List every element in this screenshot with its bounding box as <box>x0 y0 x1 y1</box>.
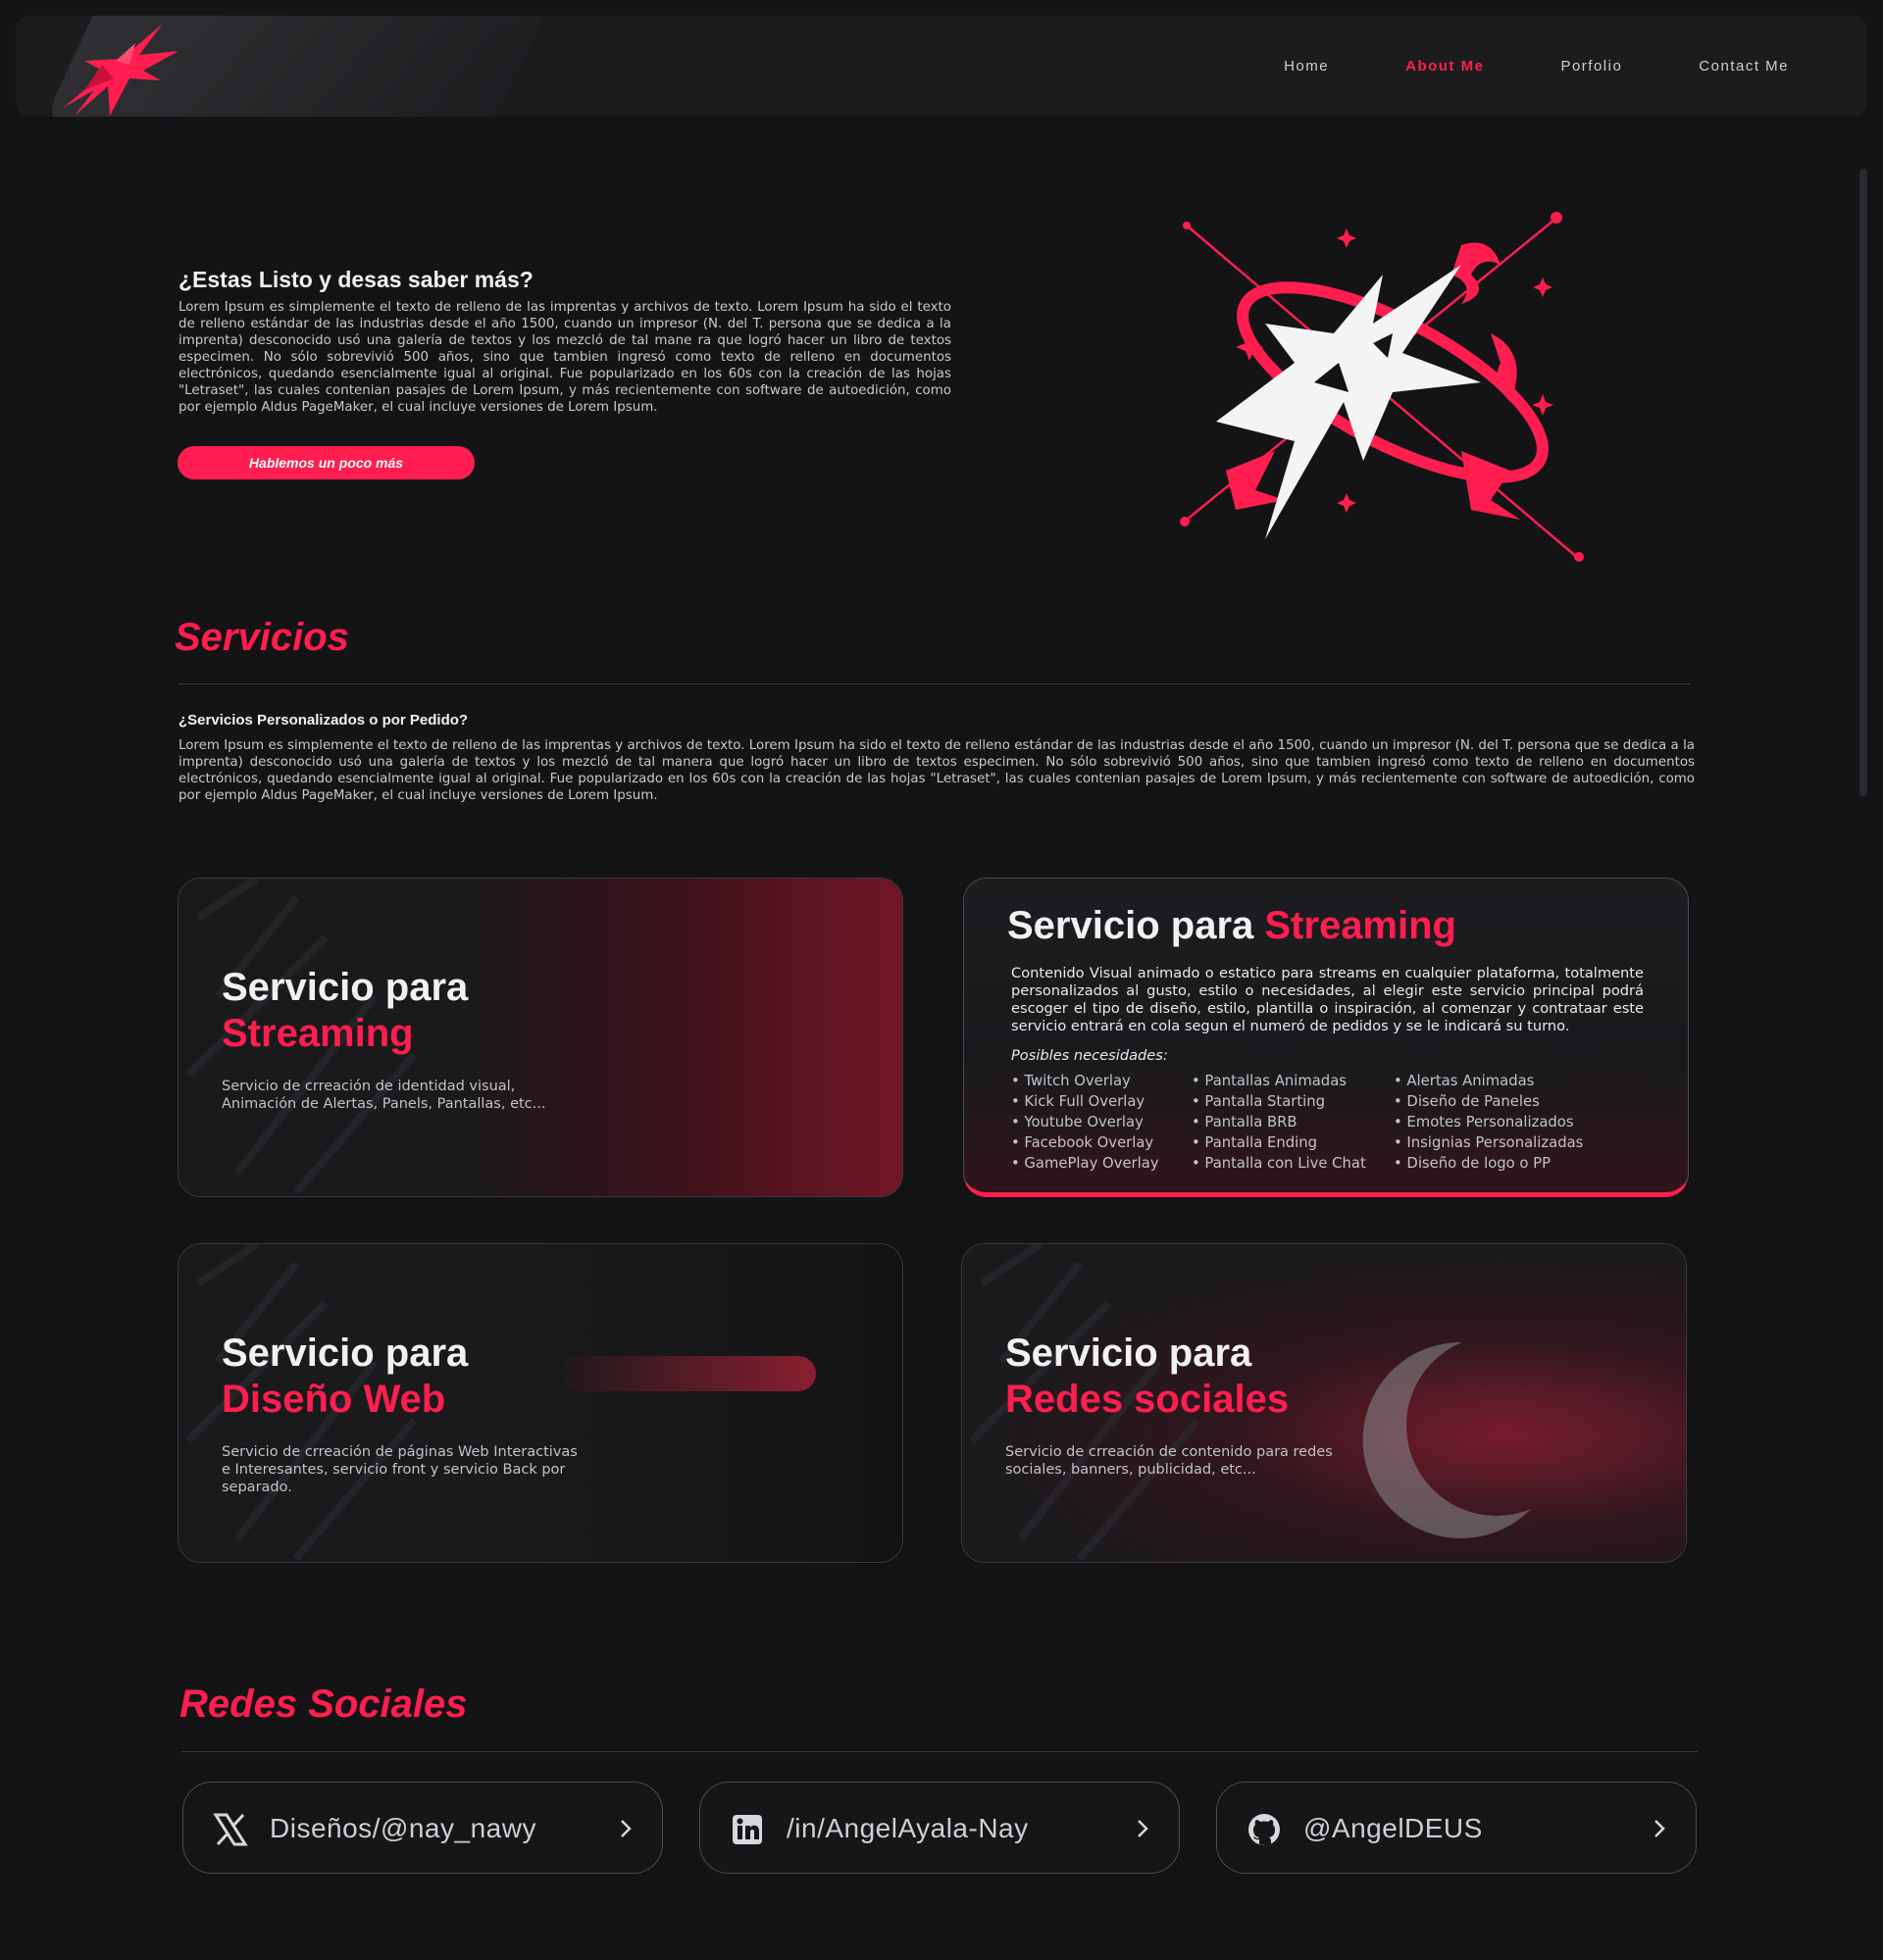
nav-home[interactable]: Home <box>1284 58 1329 75</box>
card-description: Servicio de crreación de páginas Web Int… <box>222 1444 578 1495</box>
card-title-line: Servicio para <box>222 1332 469 1375</box>
list-item: • Pantalla Ending <box>1192 1134 1317 1151</box>
list-item: • Pantalla con Live Chat <box>1192 1155 1366 1172</box>
github-icon <box>1248 1814 1280 1846</box>
social-link-linkedin[interactable]: /in/AngelAyala-Nay <box>699 1782 1180 1874</box>
card-title-line: Servicio para <box>1005 1332 1252 1375</box>
service-card-streaming-expanded[interactable]: Servicio para Streaming Contenido Visual… <box>963 878 1689 1197</box>
top-navbar: Home About Me Porfolio Contact Me <box>16 16 1867 117</box>
web-card-decoration <box>561 1356 816 1391</box>
social-label: /in/AngelAyala-Nay <box>787 1813 1029 1843</box>
card-title-line: Servicio para <box>1007 904 1265 947</box>
social-title: Redes Sociales <box>179 1683 468 1726</box>
list-item: • Kick Full Overlay <box>1011 1093 1145 1110</box>
list-item: • GamePlay Overlay <box>1011 1155 1159 1172</box>
card-title: Servicio para Streaming <box>1007 904 1456 948</box>
nav-about-me[interactable]: About Me <box>1405 58 1484 75</box>
brand-emblem-icon <box>1180 212 1584 562</box>
services-subtitle: ¿Servicios Personalizados o por Pedido? <box>178 712 469 729</box>
social-label: Diseños/@nay_nawy <box>270 1813 536 1843</box>
card-title-accent: Redes sociales <box>1005 1378 1290 1421</box>
social-divider <box>181 1751 1698 1752</box>
services-title: Servicios <box>175 616 349 659</box>
card-title-accent: Streaming <box>1264 904 1456 947</box>
list-item: • Diseño de Paneles <box>1394 1093 1540 1110</box>
card-title-accent: Diseño Web <box>222 1378 446 1421</box>
service-card-streaming[interactable]: Servicio para Streaming Servicio de crre… <box>178 878 903 1197</box>
card-title: Servicio para Redes sociales <box>1005 1331 1289 1423</box>
card-description: Servicio de crreación de identidad visua… <box>222 1079 546 1112</box>
needs-list-3: • Alertas Animadas • Diseño de Paneles •… <box>1394 1071 1583 1174</box>
hero-title: ¿Estas Listo y desas saber más? <box>178 267 534 292</box>
moon-icon <box>1362 1341 1531 1538</box>
list-item: • Pantalla BRB <box>1192 1114 1298 1131</box>
card-description: Contenido Visual animado o estatico para… <box>1011 965 1644 1034</box>
list-item: • Youtube Overlay <box>1011 1114 1144 1131</box>
needs-list-2: • Pantallas Animadas • Pantalla Starting… <box>1192 1071 1366 1174</box>
x-twitter-icon <box>213 1813 248 1846</box>
chevron-right-icon <box>1138 1820 1148 1837</box>
list-item: • Emotes Personalizados <box>1394 1114 1574 1131</box>
chevron-right-icon <box>621 1820 632 1837</box>
service-card-social-media[interactable]: Servicio para Redes sociales Servicio de… <box>961 1243 1687 1563</box>
card-title: Servicio para Diseño Web <box>222 1331 468 1423</box>
nav-links: Home About Me Porfolio Contact Me <box>1284 16 1789 117</box>
nav-portfolio[interactable]: Porfolio <box>1560 58 1622 75</box>
service-card-web-design[interactable]: Servicio para Diseño Web Servicio de crr… <box>178 1243 903 1563</box>
list-item: • Alertas Animadas <box>1394 1073 1535 1089</box>
social-link-github[interactable]: @AngelDEUS <box>1216 1782 1697 1874</box>
linkedin-icon <box>733 1815 762 1844</box>
social-link-x[interactable]: Diseños/@nay_nawy <box>182 1782 663 1874</box>
social-label: @AngelDEUS <box>1303 1813 1483 1843</box>
list-item: • Insignias Personalizadas <box>1394 1134 1584 1151</box>
list-item: • Facebook Overlay <box>1011 1134 1154 1151</box>
brand-x-logo-icon[interactable] <box>45 22 192 117</box>
list-item: • Pantallas Animadas <box>1192 1073 1347 1089</box>
card-title: Servicio para Streaming <box>222 965 468 1057</box>
list-item: • Twitch Overlay <box>1011 1073 1131 1089</box>
card-title-line: Servicio para <box>222 966 469 1009</box>
lets-talk-button[interactable]: Hablemos un poco más <box>178 446 475 479</box>
hero-text: Lorem Ipsum es simplemente el texto de r… <box>178 300 951 415</box>
services-divider <box>178 683 1691 684</box>
needs-list-1: • Twitch Overlay • Kick Full Overlay • Y… <box>1011 1071 1159 1174</box>
list-item: • Pantalla Starting <box>1192 1093 1326 1110</box>
card-title-accent: Streaming <box>222 1012 414 1055</box>
page-scrollbar[interactable] <box>1859 169 1867 796</box>
card-description: Servicio de crreación de contenido para … <box>1005 1444 1333 1478</box>
nav-contact-me[interactable]: Contact Me <box>1699 58 1789 75</box>
list-item: • Diseño de logo o PP <box>1394 1155 1551 1172</box>
chevron-right-icon <box>1654 1820 1665 1837</box>
needs-label: Posibles necesidades: <box>1011 1047 1168 1064</box>
services-text: Lorem Ipsum es simplemente el texto de r… <box>178 738 1695 803</box>
